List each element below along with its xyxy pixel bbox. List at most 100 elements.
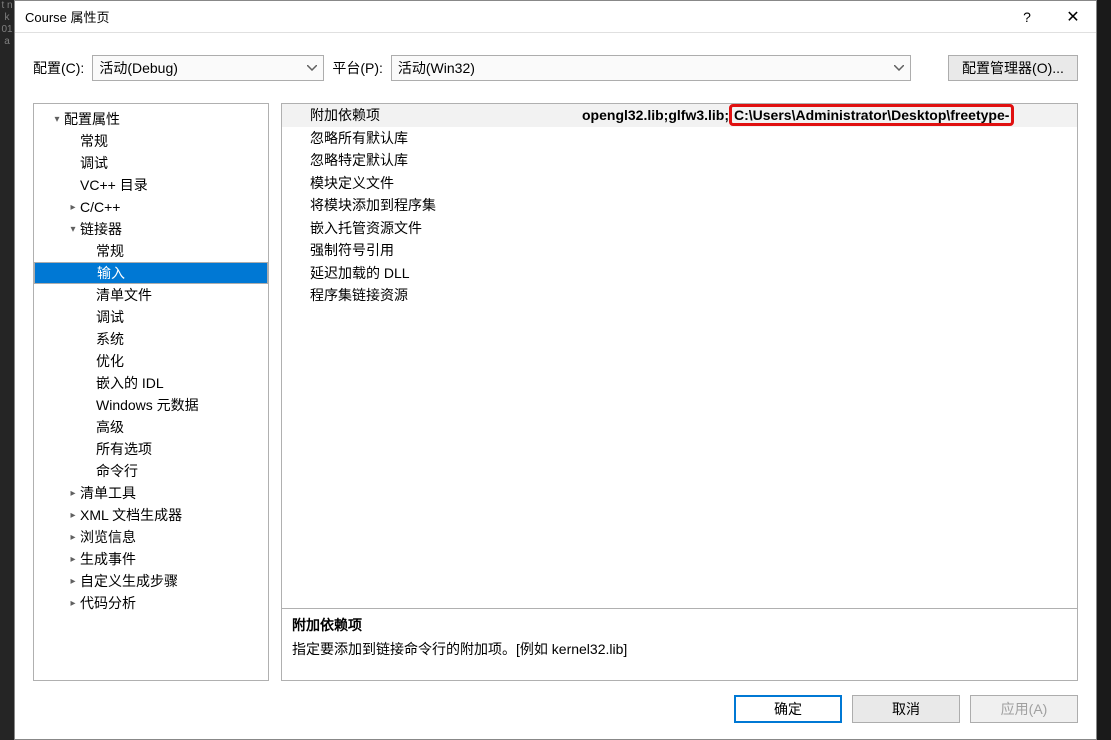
row-delay-loaded-dll[interactable]: 延迟加载的 DLL (282, 262, 1077, 285)
expand-icon: ▸ (66, 202, 80, 213)
prop-name: 附加依赖项 (282, 105, 582, 125)
row-force-symbol-ref[interactable]: 强制符号引用 (282, 239, 1077, 262)
tree-item-linker-alloptions[interactable]: 所有选项 (34, 438, 268, 460)
prop-name: 模块定义文件 (282, 173, 582, 193)
prop-name: 忽略特定默认库 (282, 150, 582, 170)
tree-item-code-analysis[interactable]: ▸代码分析 (34, 592, 268, 614)
prop-name: 程序集链接资源 (282, 285, 582, 305)
tree-item-linker-general[interactable]: 常规 (34, 240, 268, 262)
tree-label: XML 文档生成器 (80, 505, 182, 525)
tree-label: 配置属性 (64, 109, 120, 129)
tree-item-linker-input[interactable]: 输入 (34, 262, 268, 284)
tree-label: 系统 (96, 329, 124, 349)
tree-label: 清单工具 (80, 483, 136, 503)
titlebar: Course 属性页 ? ✕ (15, 1, 1096, 33)
tree-item-custom-build[interactable]: ▸自定义生成步骤 (34, 570, 268, 592)
tree-label: Windows 元数据 (96, 395, 199, 415)
highlight-annotation: C:\Users\Administrator\Desktop\freetype- (729, 104, 1014, 126)
category-tree[interactable]: ▾配置属性 常规 调试 VC++ 目录 ▸C/C++ ▾链接器 常规 输入 清单… (33, 103, 269, 681)
tree-item-linker-system[interactable]: 系统 (34, 328, 268, 350)
row-ignore-specific-default[interactable]: 忽略特定默认库 (282, 149, 1077, 172)
expand-icon: ▸ (66, 532, 80, 543)
tree-label: 链接器 (80, 219, 122, 239)
expand-icon: ▸ (66, 510, 80, 521)
dialog-footer: 确定 取消 应用(A) (15, 681, 1096, 739)
config-manager-button[interactable]: 配置管理器(O)... (948, 55, 1078, 81)
row-add-module-assembly[interactable]: 将模块添加到程序集 (282, 194, 1077, 217)
tree-item-ccpp[interactable]: ▸C/C++ (34, 196, 268, 218)
tree-label: 优化 (96, 351, 124, 371)
expand-icon: ▸ (66, 488, 80, 499)
ok-label: 确定 (774, 699, 802, 719)
tree-label: C/C++ (80, 199, 120, 215)
tree-item-linker-cmdline[interactable]: 命令行 (34, 460, 268, 482)
tree-label: 输入 (97, 263, 125, 283)
tree-item-linker-optimize[interactable]: 优化 (34, 350, 268, 372)
row-embed-managed-res[interactable]: 嵌入托管资源文件 (282, 217, 1077, 240)
tree-item-manifest-tool[interactable]: ▸清单工具 (34, 482, 268, 504)
description-body: 指定要添加到链接命令行的附加项。[例如 kernel32.lib] (292, 639, 1067, 659)
dialog-body: ▾配置属性 常规 调试 VC++ 目录 ▸C/C++ ▾链接器 常规 输入 清单… (15, 89, 1096, 681)
expand-icon: ▸ (66, 598, 80, 609)
tree-label: 常规 (96, 241, 124, 261)
prop-name: 忽略所有默认库 (282, 128, 582, 148)
tree-item-linker[interactable]: ▾链接器 (34, 218, 268, 240)
row-ignore-all-default[interactable]: 忽略所有默认库 (282, 127, 1077, 150)
tree-item-browse-info[interactable]: ▸浏览信息 (34, 526, 268, 548)
tree-item-build-events[interactable]: ▸生成事件 (34, 548, 268, 570)
prop-name: 将模块添加到程序集 (282, 195, 582, 215)
config-label: 配置(C): (33, 58, 84, 78)
apply-label: 应用(A) (1001, 699, 1048, 719)
close-button[interactable]: ✕ (1050, 1, 1096, 33)
tree-label: VC++ 目录 (80, 175, 148, 195)
prop-name: 强制符号引用 (282, 240, 582, 260)
tree-label: 清单文件 (96, 285, 152, 305)
apply-button[interactable]: 应用(A) (970, 695, 1078, 723)
row-additional-dependencies[interactable]: 附加依赖项 opengl32.lib;glfw3.lib;C:\Users\Ad… (282, 104, 1077, 127)
chevron-down-icon (307, 65, 317, 71)
tree-label: 自定义生成步骤 (80, 571, 178, 591)
tree-label: 高级 (96, 417, 124, 437)
row-assembly-link-res[interactable]: 程序集链接资源 (282, 284, 1077, 307)
row-module-def-file[interactable]: 模块定义文件 (282, 172, 1077, 195)
tree-item-vcpp-directories[interactable]: VC++ 目录 (34, 174, 268, 196)
prop-value[interactable]: opengl32.lib;glfw3.lib;C:\Users\Administ… (582, 104, 1077, 126)
platform-value: 活动(Win32) (398, 58, 475, 78)
window-title: Course 属性页 (25, 7, 110, 26)
help-button[interactable]: ? (1004, 1, 1050, 33)
property-panel: 附加依赖项 opengl32.lib;glfw3.lib;C:\Users\Ad… (281, 103, 1078, 681)
description-panel: 附加依赖项 指定要添加到链接命令行的附加项。[例如 kernel32.lib] (282, 608, 1077, 680)
config-value: 活动(Debug) (99, 58, 178, 78)
config-manager-label: 配置管理器(O)... (962, 58, 1064, 78)
chevron-down-icon (894, 65, 904, 71)
tree-label: 调试 (80, 153, 108, 173)
tree-item-linker-debug[interactable]: 调试 (34, 306, 268, 328)
cancel-button[interactable]: 取消 (852, 695, 960, 723)
tree-item-debug[interactable]: 调试 (34, 152, 268, 174)
tree-label: 命令行 (96, 461, 138, 481)
description-title: 附加依赖项 (292, 615, 1067, 635)
tree-item-linker-winmd[interactable]: Windows 元数据 (34, 394, 268, 416)
property-pages-dialog: Course 属性页 ? ✕ 配置(C): 活动(Debug) 平台(P): 活… (14, 0, 1097, 740)
property-grid: 附加依赖项 opengl32.lib;glfw3.lib;C:\Users\Ad… (282, 104, 1077, 608)
tree-label: 浏览信息 (80, 527, 136, 547)
tree-label: 调试 (96, 307, 124, 327)
tree-item-linker-manifest[interactable]: 清单文件 (34, 284, 268, 306)
tree-label: 常规 (80, 131, 108, 151)
tree-item-xml-doc[interactable]: ▸XML 文档生成器 (34, 504, 268, 526)
tree-label: 生成事件 (80, 549, 136, 569)
config-select[interactable]: 活动(Debug) (92, 55, 324, 81)
platform-select[interactable]: 活动(Win32) (391, 55, 911, 81)
collapse-icon: ▾ (50, 114, 64, 125)
tree-item-linker-embedidl[interactable]: 嵌入的 IDL (34, 372, 268, 394)
tree-item-linker-advanced[interactable]: 高级 (34, 416, 268, 438)
collapse-icon: ▾ (66, 224, 80, 235)
tree-item-config-properties[interactable]: ▾配置属性 (34, 108, 268, 130)
expand-icon: ▸ (66, 576, 80, 587)
tree-label: 所有选项 (96, 439, 152, 459)
platform-label: 平台(P): (332, 58, 383, 78)
ok-button[interactable]: 确定 (734, 695, 842, 723)
help-icon: ? (1023, 9, 1031, 25)
tree-item-general[interactable]: 常规 (34, 130, 268, 152)
config-row: 配置(C): 活动(Debug) 平台(P): 活动(Win32) 配置管理器(… (15, 33, 1096, 89)
